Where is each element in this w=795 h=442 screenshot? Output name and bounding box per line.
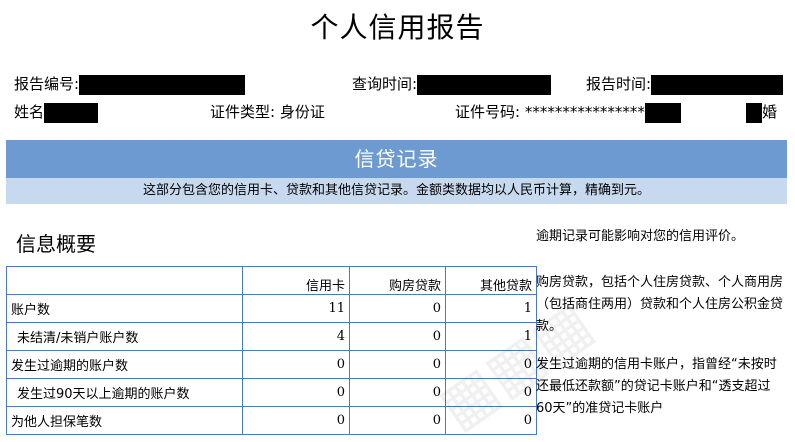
redacted-report-number bbox=[79, 74, 246, 95]
credit-records-description: 这部分包含您的信用卡、贷款和其他信贷记录。金额类数据均以人民币计算，精确到元。 bbox=[6, 178, 787, 204]
summary-table: 信用卡 购房贷款 其他贷款 账户数 11 0 1 未结清/未销户账户数 4 0 … bbox=[6, 266, 537, 435]
row-label: 账户数 bbox=[6, 294, 243, 323]
cell-other-loans: 0 bbox=[445, 378, 537, 407]
summary-section-title: 信息概要 bbox=[16, 232, 96, 256]
cell-other-loans: 0 bbox=[445, 406, 537, 435]
cell-credit-card: 11 bbox=[242, 294, 350, 323]
marital-status-suffix: 婚 bbox=[762, 103, 778, 121]
note-mortgage-definition: 购房贷款，包括个人住房贷款、个人商用房（包括商住两用）贷款和个人住房公积金贷款。 bbox=[536, 275, 784, 334]
table-row: 为他人担保笔数 0 0 0 bbox=[6, 406, 537, 435]
id-type-label: 证件类型: bbox=[210, 103, 276, 121]
cell-other-loans: 0 bbox=[445, 350, 537, 379]
id-number-field: 证件号码: **************** bbox=[455, 102, 681, 123]
table-header-mortgage: 购房贷款 bbox=[349, 266, 446, 295]
table-header-blank bbox=[6, 266, 243, 295]
table-row: 发生过90天以上逾期的账户数 0 0 0 bbox=[6, 378, 537, 407]
redacted-report-time bbox=[651, 74, 784, 95]
redacted-id-number bbox=[644, 102, 681, 123]
row-label: 发生过逾期的账户数 bbox=[6, 350, 243, 379]
cell-mortgage: 0 bbox=[349, 378, 446, 407]
row-label: 为他人担保笔数 bbox=[6, 406, 243, 435]
report-time: 报告时间: bbox=[586, 74, 784, 95]
cell-credit-card: 0 bbox=[242, 350, 350, 379]
report-number: 报告编号: bbox=[14, 74, 246, 95]
cell-mortgage: 0 bbox=[349, 322, 446, 351]
table-header-other-loans: 其他贷款 bbox=[445, 266, 537, 295]
table-header-row: 信用卡 购房贷款 其他贷款 bbox=[6, 266, 537, 295]
redacted-name bbox=[44, 102, 99, 123]
id-type-value: 身份证 bbox=[279, 103, 325, 121]
id-number-label: 证件号码: bbox=[455, 103, 521, 121]
report-number-label: 报告编号: bbox=[14, 75, 80, 93]
cell-mortgage: 0 bbox=[349, 406, 446, 435]
report-time-label: 报告时间: bbox=[586, 75, 652, 93]
row-label: 发生过90天以上逾期的账户数 bbox=[6, 378, 243, 407]
note-overdue-impact: 逾期记录可能影响对您的信用评价。 bbox=[536, 229, 745, 244]
table-row: 账户数 11 0 1 bbox=[6, 294, 537, 323]
cell-credit-card: 0 bbox=[242, 378, 350, 407]
table-row: 发生过逾期的账户数 0 0 0 bbox=[6, 350, 537, 379]
cell-mortgage: 0 bbox=[349, 294, 446, 323]
table-row: 未结清/未销户账户数 4 0 1 bbox=[6, 322, 537, 351]
query-time-label: 查询时间: bbox=[352, 75, 418, 93]
redacted-marital-status bbox=[746, 102, 762, 123]
table-header-credit-card: 信用卡 bbox=[242, 266, 350, 295]
id-type-field: 证件类型: 身份证 bbox=[210, 102, 325, 122]
marital-status: 婚 bbox=[746, 102, 777, 123]
name-label: 姓名 bbox=[14, 103, 45, 121]
row-label: 未结清/未销户账户数 bbox=[6, 322, 243, 351]
id-number-masked: **************** bbox=[524, 103, 645, 121]
credit-records-banner: 信贷记录 bbox=[6, 140, 787, 178]
cell-other-loans: 1 bbox=[445, 322, 537, 351]
note-overdue-definition: 发生过逾期的信用卡账户，指曾经“未按时还最低还款额”的贷记卡账户和“透支超过60… bbox=[536, 357, 777, 416]
cell-mortgage: 0 bbox=[349, 350, 446, 379]
redacted-query-time bbox=[417, 74, 552, 95]
report-title: 个人信用报告 bbox=[310, 11, 485, 44]
cell-other-loans: 1 bbox=[445, 294, 537, 323]
cell-credit-card: 0 bbox=[242, 406, 350, 435]
query-time: 查询时间: bbox=[352, 74, 552, 95]
name-field: 姓名 bbox=[14, 102, 99, 123]
cell-credit-card: 4 bbox=[242, 322, 350, 351]
